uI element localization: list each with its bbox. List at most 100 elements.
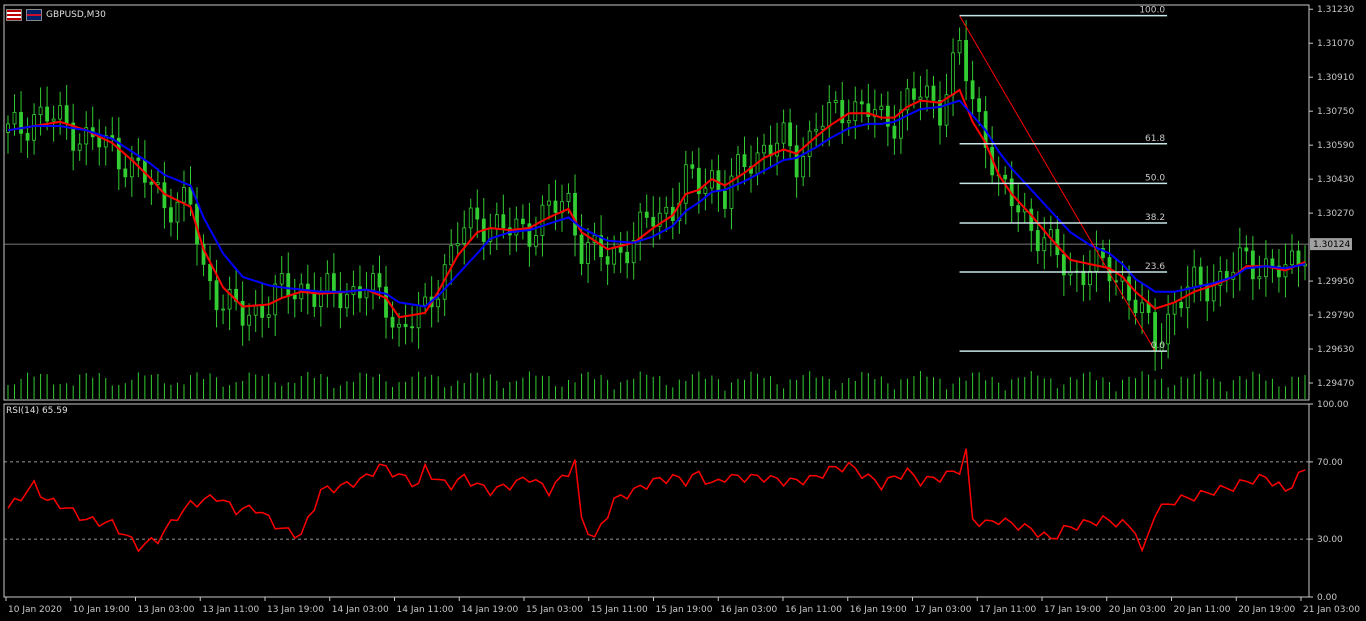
chart-frame bbox=[3, 4, 1310, 598]
candle-body bbox=[1179, 301, 1184, 309]
fib-level-label: 61.8 bbox=[1145, 134, 1165, 144]
candle-body bbox=[449, 245, 454, 266]
rsi-tick-label: 0.00 bbox=[1317, 593, 1337, 603]
time-tick-label: 10 Jan 2020 bbox=[8, 605, 62, 615]
candle-body bbox=[175, 201, 180, 223]
volume-bars bbox=[7, 371, 1306, 399]
candle-body bbox=[1081, 270, 1086, 286]
candle-body bbox=[25, 132, 30, 141]
candle-body bbox=[6, 123, 10, 133]
candle-body bbox=[742, 154, 747, 168]
candle-body bbox=[12, 111, 17, 125]
price-tick-label: 1.31070 bbox=[1317, 39, 1354, 49]
candle-body bbox=[123, 168, 128, 178]
candle-body bbox=[1140, 302, 1144, 314]
uk-flag-icon bbox=[26, 9, 42, 21]
time-tick-label: 13 Jan 11:00 bbox=[202, 605, 259, 615]
time-tick-label: 15 Jan 19:00 bbox=[656, 605, 713, 615]
candle-body bbox=[475, 207, 480, 220]
candle-body bbox=[788, 122, 793, 147]
candle-body bbox=[918, 96, 923, 100]
candle-body bbox=[1133, 299, 1138, 314]
candle-body bbox=[534, 235, 538, 247]
price-tick-label: 1.29790 bbox=[1317, 311, 1354, 321]
time-tick-label: 13 Jan 19:00 bbox=[267, 605, 324, 615]
fib-level-label: 50.0 bbox=[1145, 173, 1165, 183]
candle-body bbox=[397, 323, 401, 328]
candle-body bbox=[384, 286, 388, 318]
fib-level-label: 38.2 bbox=[1145, 213, 1165, 223]
candle-body bbox=[833, 100, 838, 103]
candle-body bbox=[436, 298, 441, 308]
main-panel-border bbox=[3, 4, 1310, 401]
rsi-panel-border bbox=[3, 403, 1310, 598]
current-price-label: 1.30124 bbox=[1313, 240, 1350, 250]
candle-body bbox=[468, 207, 473, 229]
candle-body bbox=[51, 118, 56, 122]
rsi-tick-label: 100.00 bbox=[1317, 400, 1349, 410]
time-tick-label: 13 Jan 03:00 bbox=[138, 605, 195, 615]
candle-body bbox=[859, 101, 864, 105]
price-tick-label: 1.30590 bbox=[1317, 141, 1354, 151]
candle-body bbox=[32, 114, 36, 141]
time-tick-label: 20 Jan 19:00 bbox=[1238, 605, 1295, 615]
time-tick-label: 10 Jan 19:00 bbox=[73, 605, 130, 615]
rsi-line bbox=[4, 448, 1309, 553]
time-tick-label: 14 Jan 19:00 bbox=[461, 605, 518, 615]
candle-body bbox=[690, 164, 695, 169]
candle-body bbox=[455, 243, 460, 247]
price-tick-label: 1.30430 bbox=[1317, 175, 1354, 185]
candle-body bbox=[964, 39, 968, 82]
time-tick-label: 15 Jan 11:00 bbox=[591, 605, 648, 615]
candle-body bbox=[801, 155, 806, 178]
candle-body bbox=[664, 206, 669, 214]
candle-body bbox=[338, 291, 343, 309]
candle-body bbox=[586, 242, 590, 264]
fib-level-label: 100.0 bbox=[1139, 6, 1165, 16]
price-tick-label: 1.30750 bbox=[1317, 107, 1354, 117]
time-tick-label: 17 Jan 03:00 bbox=[915, 605, 972, 615]
candle-body bbox=[651, 217, 656, 227]
candle-body bbox=[19, 111, 23, 134]
rsi-axis: 100.00 70.00 30.00 0.00 bbox=[1309, 400, 1349, 603]
price-tick-label: 1.29630 bbox=[1317, 345, 1354, 355]
candle-body bbox=[58, 105, 63, 120]
candle-body bbox=[1172, 301, 1177, 315]
ma-fast-line bbox=[7, 88, 1306, 319]
candle-body bbox=[1016, 205, 1021, 213]
candle-body bbox=[618, 246, 623, 253]
candle-body bbox=[736, 154, 740, 177]
candle-body bbox=[814, 128, 819, 132]
candle-body bbox=[1035, 230, 1040, 252]
usa-flag-icon bbox=[6, 9, 22, 21]
candle-body bbox=[951, 52, 955, 96]
candle-body bbox=[1270, 258, 1275, 267]
candle-body bbox=[1244, 247, 1249, 252]
candle-body bbox=[723, 190, 727, 209]
candle-body bbox=[312, 292, 317, 307]
candle-body bbox=[266, 314, 271, 318]
time-axis: 10 Jan 2020 10 Jan 19:00 13 Jan 03:00 13 Ja… bbox=[5, 597, 1360, 615]
candle-body bbox=[358, 286, 362, 299]
candle-body bbox=[853, 101, 858, 121]
candle-body bbox=[1042, 237, 1047, 252]
candle-body bbox=[931, 85, 936, 101]
fib-level-label: 0.0 bbox=[1151, 341, 1166, 351]
candle-body bbox=[64, 105, 69, 124]
candle-body bbox=[169, 207, 173, 223]
candle-body bbox=[925, 85, 929, 98]
price-tick-label: 1.30270 bbox=[1317, 209, 1354, 219]
chart-canvas[interactable]: 100.061.850.038.223.60.0 1.312301.310701… bbox=[0, 0, 1366, 621]
candle-body bbox=[214, 280, 219, 311]
symbol-label: GBPUSD,M30 bbox=[46, 10, 106, 20]
candle-body bbox=[364, 289, 369, 299]
candle-body bbox=[1003, 174, 1008, 180]
time-tick-label: 14 Jan 03:00 bbox=[332, 605, 389, 615]
price-tick-label: 1.29950 bbox=[1317, 277, 1354, 287]
candle-body bbox=[260, 304, 265, 318]
candle-body bbox=[520, 218, 525, 225]
candle-body bbox=[892, 125, 897, 139]
candle-body bbox=[1166, 313, 1171, 345]
candle-body bbox=[1029, 208, 1034, 231]
rsi-title: RSI(14) 65.59 bbox=[6, 406, 68, 416]
